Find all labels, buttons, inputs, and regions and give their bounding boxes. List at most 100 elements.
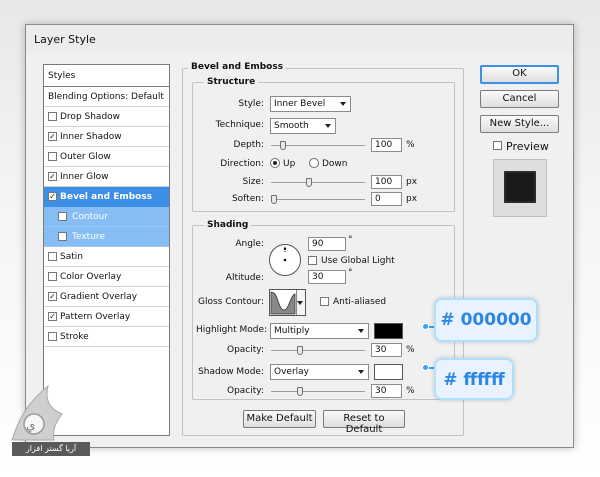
anti-aliased-checkbox[interactable] <box>320 297 329 306</box>
highlight-leader-dot <box>422 323 429 330</box>
style-item-label: Pattern Overlay <box>60 312 131 322</box>
soften-input[interactable]: 0 <box>371 192 402 206</box>
new-style-button[interactable]: New Style... <box>480 115 559 133</box>
altitude-input[interactable]: 30 <box>308 270 346 284</box>
style-item-satin[interactable]: Satin <box>44 247 169 267</box>
preview-checkbox[interactable] <box>493 141 502 150</box>
style-item-checkbox[interactable]: ✓ <box>48 192 57 201</box>
highlight-opacity-track[interactable] <box>271 350 365 351</box>
highlight-opacity-input[interactable]: 30 <box>371 343 402 357</box>
soften-slider-track[interactable] <box>271 199 365 200</box>
style-item-checkbox[interactable] <box>58 212 67 221</box>
style-item-label: Inner Glow <box>60 172 109 182</box>
shadow-opacity-track[interactable] <box>271 391 365 392</box>
watermark-logo: ي آریا گستر افزار <box>8 380 100 474</box>
style-item-inner-shadow[interactable]: ✓ Inner Shadow <box>44 127 169 147</box>
make-default-button[interactable]: Make Default <box>243 410 316 428</box>
structure-title: Structure <box>204 77 259 87</box>
highlight-mode-select[interactable]: Multiply <box>270 323 369 339</box>
highlight-hex-text: # 000000 <box>440 310 532 330</box>
angle-dial[interactable] <box>268 243 302 277</box>
technique-select-value: Smooth <box>274 121 309 131</box>
chevron-down-icon <box>340 102 346 106</box>
use-global-light-label[interactable]: Use Global Light <box>321 256 395 266</box>
style-item-checkbox[interactable] <box>48 252 57 261</box>
style-item-checkbox[interactable] <box>48 152 57 161</box>
style-item-checkbox[interactable]: ✓ <box>48 292 57 301</box>
style-item-checkbox[interactable] <box>58 232 67 241</box>
direction-down-radio[interactable] <box>309 158 319 168</box>
style-item-bevel-and-emboss[interactable]: ✓ Bevel and Emboss <box>44 187 169 207</box>
preview-label[interactable]: Preview <box>506 140 549 153</box>
styles-list-header[interactable]: Styles <box>44 65 169 87</box>
style-item-checkbox[interactable]: ✓ <box>48 172 57 181</box>
direction-label: Direction: <box>220 159 264 169</box>
reset-to-default-button[interactable]: Reset to Default <box>323 410 405 435</box>
style-item-checkbox[interactable] <box>48 112 57 121</box>
style-item-inner-glow[interactable]: ✓ Inner Glow <box>44 167 169 187</box>
style-item-checkbox[interactable]: ✓ <box>48 312 57 321</box>
gloss-contour-label: Gloss Contour: <box>197 297 264 307</box>
highlight-hex-callout: # 000000 <box>434 298 538 342</box>
style-item-label: Stroke <box>60 332 89 342</box>
shadow-opacity-input[interactable]: 30 <box>371 384 402 398</box>
altitude-unit: ° <box>348 268 353 278</box>
direction-up-label[interactable]: Up <box>283 159 295 169</box>
dialog-title: Layer Style <box>26 25 573 53</box>
technique-label: Technique: <box>215 120 264 130</box>
preview-swatch <box>504 171 536 203</box>
shadow-hex-callout: # ffffff <box>434 358 514 400</box>
style-item-label: Color Overlay <box>60 272 122 282</box>
highlight-opacity-label: Opacity: <box>227 345 264 355</box>
angle-unit: ° <box>348 235 353 245</box>
technique-select[interactable]: Smooth <box>270 118 336 134</box>
size-input[interactable]: 100 <box>371 175 402 189</box>
chevron-down-icon <box>358 370 364 374</box>
chevron-down-icon <box>297 301 303 305</box>
style-item-stroke[interactable]: Stroke <box>44 327 169 347</box>
shadow-opacity-thumb[interactable] <box>297 387 304 396</box>
style-item-pattern-overlay[interactable]: ✓ Pattern Overlay <box>44 307 169 327</box>
angle-input[interactable]: 90 <box>308 237 346 251</box>
soften-slider-thumb[interactable] <box>271 195 277 204</box>
size-slider-thumb[interactable] <box>306 178 313 187</box>
style-item-label: Gradient Overlay <box>60 292 138 302</box>
style-item-outer-glow[interactable]: Outer Glow <box>44 147 169 167</box>
shadow-color-swatch[interactable] <box>374 364 403 380</box>
style-label: Style: <box>238 99 264 109</box>
angle-label: Angle: <box>235 239 264 249</box>
size-slider-track[interactable] <box>271 182 365 183</box>
altitude-label: Altitude: <box>225 273 264 283</box>
style-item-blending-options-default[interactable]: Blending Options: Default <box>44 87 169 107</box>
anti-aliased-label[interactable]: Anti-aliased <box>333 297 386 307</box>
style-item-label: Bevel and Emboss <box>60 192 153 202</box>
style-item-checkbox[interactable] <box>48 332 57 341</box>
shadow-leader-dot <box>422 364 429 371</box>
style-item-texture[interactable]: Texture <box>44 227 169 247</box>
direction-up-radio[interactable] <box>270 158 280 168</box>
style-select-value: Inner Bevel <box>274 99 326 109</box>
use-global-light-checkbox[interactable] <box>308 256 317 265</box>
shadow-opacity-unit: % <box>406 386 415 396</box>
style-item-checkbox[interactable]: ✓ <box>48 132 57 141</box>
style-item-color-overlay[interactable]: Color Overlay <box>44 267 169 287</box>
depth-input[interactable]: 100 <box>371 138 402 152</box>
style-item-drop-shadow[interactable]: Drop Shadow <box>44 107 169 127</box>
style-item-gradient-overlay[interactable]: ✓ Gradient Overlay <box>44 287 169 307</box>
style-select[interactable]: Inner Bevel <box>270 96 351 112</box>
highlight-color-swatch[interactable] <box>374 323 403 339</box>
highlight-opacity-thumb[interactable] <box>297 346 304 355</box>
depth-slider-thumb[interactable] <box>279 141 286 150</box>
shadow-mode-select[interactable]: Overlay <box>270 364 369 380</box>
style-item-label: Drop Shadow <box>60 112 121 122</box>
shadow-opacity-label: Opacity: <box>227 386 264 396</box>
chevron-down-icon <box>325 124 331 128</box>
direction-down-label[interactable]: Down <box>322 159 348 169</box>
svg-text:ي: ي <box>26 418 35 432</box>
style-item-label: Inner Shadow <box>60 132 122 142</box>
style-item-checkbox[interactable] <box>48 272 57 281</box>
style-item-contour[interactable]: Contour <box>44 207 169 227</box>
cancel-button[interactable]: Cancel <box>480 90 559 108</box>
ok-button[interactable]: OK <box>480 65 559 84</box>
gloss-contour-picker[interactable] <box>269 289 306 316</box>
